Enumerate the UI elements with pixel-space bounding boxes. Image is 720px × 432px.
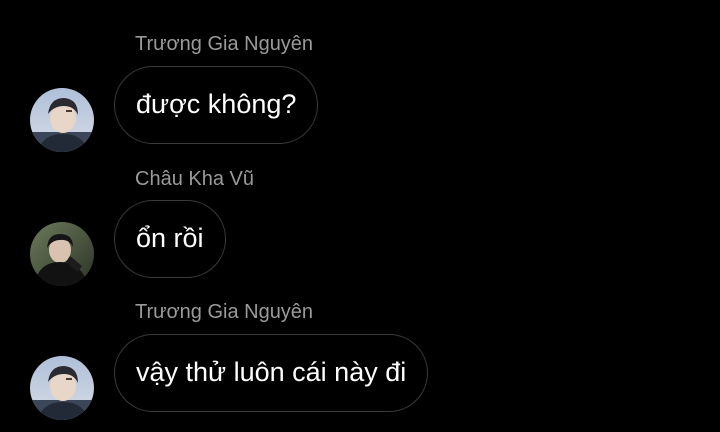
avatar-photo-light-icon [30, 356, 94, 420]
avatar[interactable] [30, 222, 94, 286]
avatar[interactable] [30, 88, 94, 152]
chat-thread: Trương Gia Nguyên được không? Châu Kha V… [0, 0, 720, 432]
message-bubble[interactable]: vậy thử luôn cái này đi [114, 334, 429, 412]
message-bubble[interactable]: được không? [114, 66, 319, 144]
sender-name: Trương Gia Nguyên [135, 33, 314, 55]
avatar-photo-light-icon [30, 88, 94, 152]
avatar-photo-dark-icon [30, 222, 94, 286]
avatar[interactable] [30, 356, 94, 420]
sender-name: Trương Gia Nguyên [135, 301, 314, 323]
sender-name: Châu Kha Vũ [135, 168, 254, 190]
message-bubble[interactable]: ổn rồi [114, 200, 226, 278]
